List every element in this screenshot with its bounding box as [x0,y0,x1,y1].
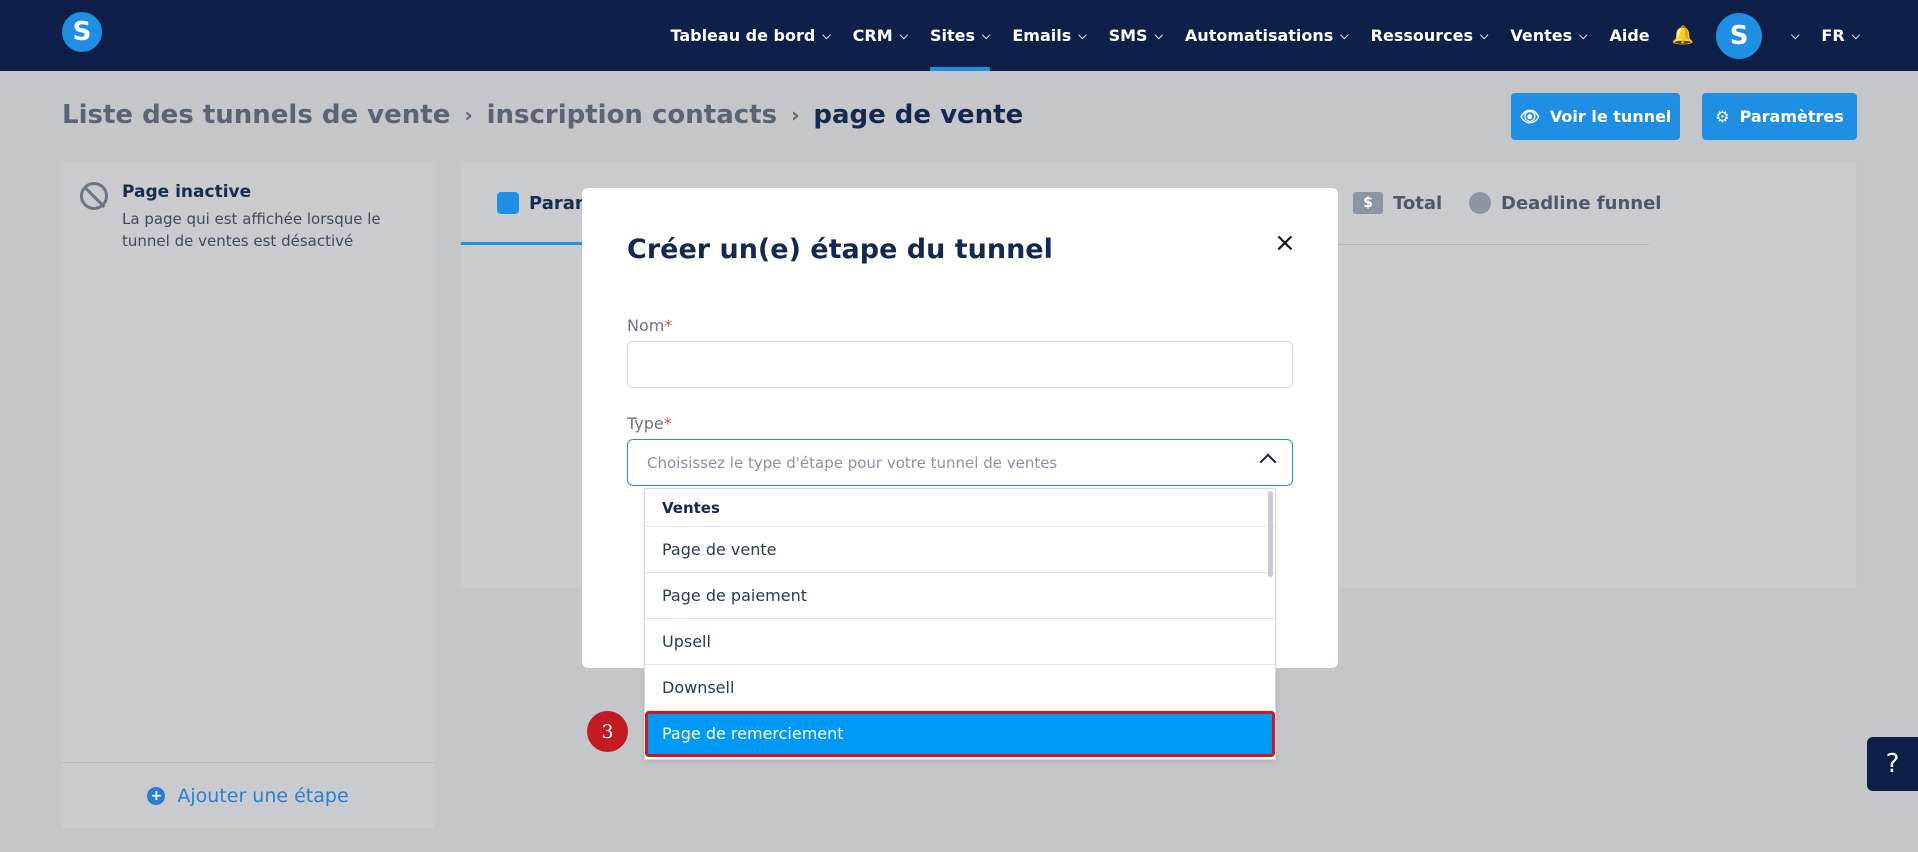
nav-ventes[interactable]: Ventes ⌵ [1510,0,1587,71]
breadcrumb-current: page de vente [813,100,1024,130]
nav-tableau-de-bord[interactable]: Tableau de bord ⌵ [670,0,830,71]
inactive-page-description: La page qui est affichée lorsque le tunn… [122,210,381,250]
eye-icon: 👁 [1519,107,1540,126]
nav-crm[interactable]: CRM ⌵ [853,0,908,71]
chevron-down-icon: ⌵ [822,28,831,42]
help-button[interactable]: ? [1867,737,1918,791]
inactive-page-title: Page inactive [122,182,252,202]
modal-title: Créer un(e) étape du tunnel [627,234,1053,265]
breadcrumb: Liste des tunnels de vente › inscription… [62,100,1023,130]
avatar-menu-chevron[interactable]: ⌵ [1784,0,1799,71]
language-select[interactable]: FR ⌵ [1821,0,1860,71]
tab-parametres[interactable]: Param [497,192,594,214]
chevron-down-icon: ⌵ [1579,28,1588,42]
chevron-right-icon: › [464,103,473,127]
dollar-icon: $ [1353,192,1383,214]
gear-icon: ⚙ [1715,107,1730,126]
chevron-up-icon [1259,453,1277,471]
plus-circle-icon: + [147,786,166,805]
ban-icon [80,182,108,210]
name-label: Nom* [627,316,673,335]
type-dropdown-list: Ventes Page de vente Page de paiement Up… [644,488,1276,760]
dropdown-option[interactable]: Downsell [645,665,1275,711]
chevron-down-icon: ⌵ [1078,28,1087,42]
chevron-down-icon: ⌵ [1480,28,1489,42]
main-nav: Tableau de bord ⌵ CRM ⌵ Sites ⌵ Emails ⌵ SMS… [648,0,1860,71]
nav-aide[interactable]: Aide [1609,0,1649,71]
dropdown-option[interactable]: Upsell [645,619,1275,665]
add-step-button[interactable]: + Ajouter une étape [62,762,434,828]
sliders-icon [497,192,519,214]
nav-automatisations[interactable]: Automatisations ⌵ [1185,0,1349,71]
dropdown-group-label: Ventes [645,489,1275,527]
top-navbar: S Tableau de bord ⌵ CRM ⌵ Sites ⌵ Emails ⌵ S… [0,0,1918,71]
chevron-down-icon: ⌵ [1340,28,1349,42]
name-input[interactable] [627,341,1293,388]
nav-emails[interactable]: Emails ⌵ [1012,0,1086,71]
chevron-down-icon: ⌵ [1154,28,1163,42]
chevron-down-icon: ⌵ [1791,28,1800,42]
type-select[interactable]: Choisissez le type d'étape pour votre tu… [627,439,1293,486]
breadcrumb-funnel-list[interactable]: Liste des tunnels de vente [62,100,450,130]
clock-icon [1469,192,1491,214]
settings-button[interactable]: ⚙ Paramètres [1702,93,1857,140]
sidebar-item-inactive-page[interactable]: Page inactive La page qui est affichée l… [80,182,382,252]
logo[interactable]: S [62,12,102,52]
breadcrumb-funnel[interactable]: inscription contacts [487,100,778,130]
chevron-right-icon: › [791,103,800,127]
chevron-down-icon: ⌵ [982,28,991,42]
type-label: Type* [627,414,672,433]
avatar[interactable]: S [1716,12,1763,59]
active-tab-indicator [461,242,591,245]
dropdown-option[interactable]: Page de paiement [645,573,1275,619]
dropdown-scrollbar[interactable] [1268,491,1273,577]
step-number-badge: 3 [587,711,628,752]
steps-sidebar: Page inactive La page qui est affichée l… [62,162,434,828]
nav-sites[interactable]: Sites ⌵ [930,0,991,71]
tab-total[interactable]: $ Total [1353,192,1442,214]
dropdown-option[interactable]: Page de vente [645,527,1275,573]
view-funnel-button[interactable]: 👁 Voir le tunnel [1511,93,1680,140]
nav-ressources[interactable]: Ressources ⌵ [1371,0,1489,71]
chevron-down-icon: ⌵ [1851,28,1860,42]
tab-deadline-funnel[interactable]: Deadline funnel [1469,192,1661,214]
nav-sms[interactable]: SMS ⌵ [1109,0,1163,71]
close-icon[interactable]: × [1274,228,1296,258]
dropdown-option-selected[interactable]: Page de remerciement [645,711,1275,757]
chevron-down-icon: ⌵ [899,28,908,42]
bell-icon[interactable]: 🔔 [1672,25,1694,46]
